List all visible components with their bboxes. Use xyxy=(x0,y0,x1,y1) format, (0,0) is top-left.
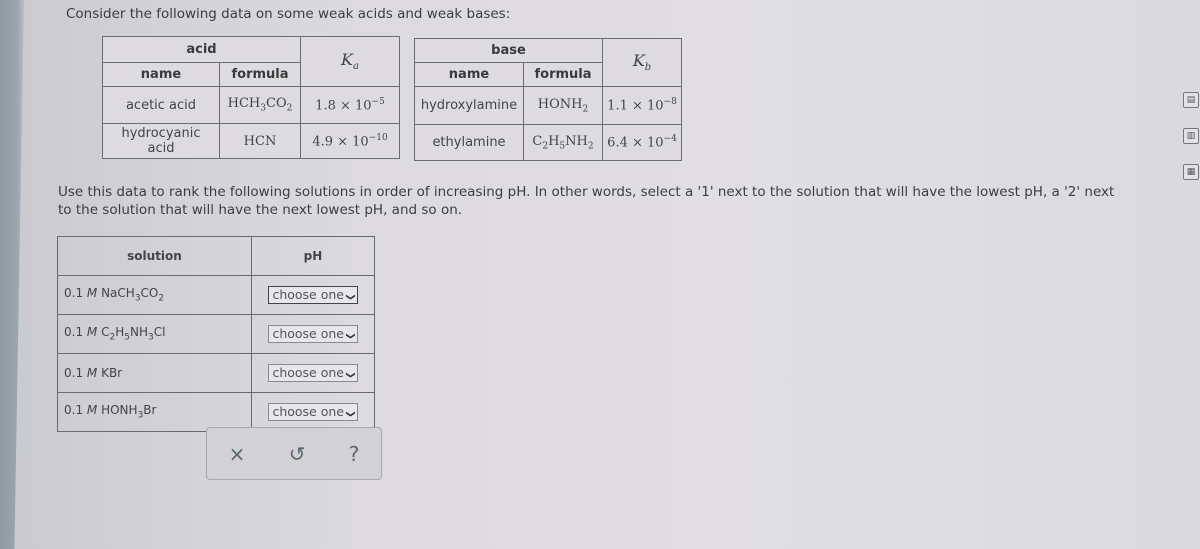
ka-header: Ka xyxy=(300,36,400,87)
base-name: hydroxylamine xyxy=(414,86,524,125)
ph-rank-select[interactable]: choose one❯ xyxy=(268,286,358,304)
ph-rank-select[interactable]: choose one❯ xyxy=(268,325,358,343)
instruction-text: Use this data to rank the following solu… xyxy=(58,184,1115,218)
solution-label: 0.1 M HONH3Br xyxy=(57,392,252,432)
solution-header: solution xyxy=(57,236,252,276)
periodic-table-icon[interactable]: ▦ xyxy=(1183,164,1199,180)
acid-row: acetic acid HCH3CO2 1.8 × 10−5 xyxy=(102,86,400,124)
chart-icon[interactable]: ▥ xyxy=(1183,128,1199,144)
solution-row: 0.1 M HONH3Br choose one❯ xyxy=(57,392,375,432)
acid-name: hydrocyanic acid xyxy=(102,123,220,159)
ph-rank-select[interactable]: choose one❯ xyxy=(268,403,358,421)
base-formula: C2H5NH2 xyxy=(523,124,603,161)
calculator-icon[interactable]: ▤ xyxy=(1183,92,1199,108)
base-name: ethylamine xyxy=(414,124,524,161)
clear-icon[interactable]: × xyxy=(229,442,246,466)
side-toolbar: ▤ ▥ ▦ xyxy=(1183,92,1200,200)
screen-bezel xyxy=(0,0,24,549)
kb-value: 1.1 × 10−8 xyxy=(602,86,682,125)
undo-icon[interactable]: ↺ xyxy=(289,442,306,466)
acid-data-table: acid Ka name formula acetic acid HCH3CO2… xyxy=(102,36,400,159)
ph-rank-select[interactable]: choose one❯ xyxy=(268,364,358,382)
ka-value: 4.9 × 10−10 xyxy=(300,123,400,159)
chevron-down-icon: ❯ xyxy=(344,332,355,340)
ka-value: 1.8 × 10−5 xyxy=(300,86,400,124)
intro-text: Consider the following data on some weak… xyxy=(66,6,510,22)
acid-name: acetic acid xyxy=(102,86,220,124)
kb-header: Kb xyxy=(602,38,682,87)
intro-label: Consider the following data on some weak… xyxy=(66,6,511,22)
ranking-table: solution pH 0.1 M NaCH3CO2 choose one❯ 0… xyxy=(57,236,375,432)
acid-name-header: name xyxy=(102,62,220,87)
chevron-down-icon: ❯ xyxy=(344,410,355,418)
solution-label: 0.1 M KBr xyxy=(57,353,252,393)
acid-formula: HCH3CO2 xyxy=(219,86,301,124)
acid-formula: HCN xyxy=(219,123,301,159)
ph-header: pH xyxy=(251,236,375,276)
base-name-header: name xyxy=(414,62,524,87)
help-icon[interactable]: ? xyxy=(349,442,360,466)
solution-row: 0.1 M C2H5NH3Cl choose one❯ xyxy=(57,314,375,354)
solution-label: 0.1 M NaCH3CO2 xyxy=(57,275,252,315)
answer-action-bar: × ↺ ? xyxy=(206,427,382,480)
base-formula-header: formula xyxy=(523,62,603,87)
base-row: ethylamine C2H5NH2 6.4 × 10−4 xyxy=(414,124,682,161)
acid-group-header: acid xyxy=(102,36,301,63)
base-row: hydroxylamine HONH2 1.1 × 10−8 xyxy=(414,86,682,125)
acid-row: hydrocyanic acid HCN 4.9 × 10−10 xyxy=(102,123,400,159)
solution-label: 0.1 M C2H5NH3Cl xyxy=(57,314,252,354)
base-data-table: base Kb name formula hydroxylamine HONH2… xyxy=(414,38,682,161)
base-group-header: base xyxy=(414,38,603,63)
acid-formula-header: formula xyxy=(219,62,301,87)
chevron-down-icon: ❯ xyxy=(344,293,355,301)
base-formula: HONH2 xyxy=(523,86,603,125)
chevron-down-icon: ❯ xyxy=(344,371,355,379)
solution-row: 0.1 M NaCH3CO2 choose one❯ xyxy=(57,275,375,315)
solution-row: 0.1 M KBr choose one❯ xyxy=(57,353,375,393)
kb-value: 6.4 × 10−4 xyxy=(602,124,682,161)
